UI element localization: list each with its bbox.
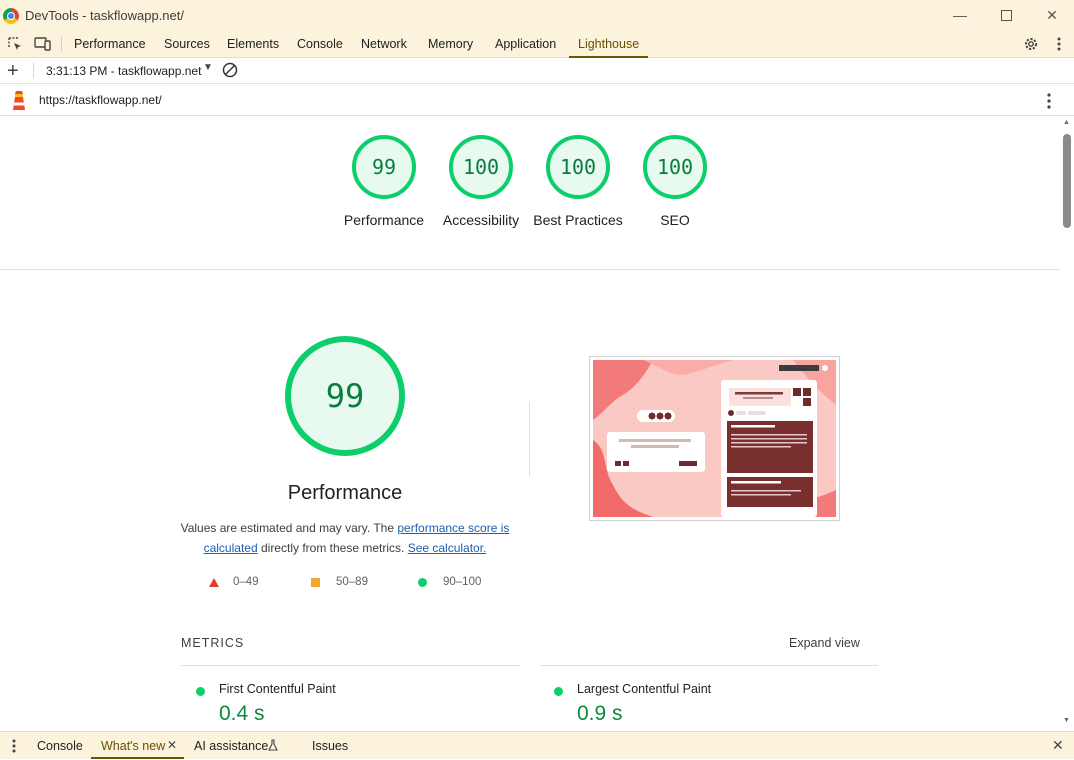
metric-largest-contentful-paint: Largest Contentful Paint 0.9 s	[554, 682, 874, 728]
drawer-tab-whats-new[interactable]: What's new	[101, 732, 165, 760]
see-calculator-link[interactable]: See calculator.	[408, 541, 487, 555]
drawer-menu-icon[interactable]	[12, 739, 16, 756]
expand-view-toggle[interactable]: Expand view	[789, 636, 860, 650]
chrome-logo-icon	[3, 7, 19, 24]
metric-name: Largest Contentful Paint	[577, 682, 712, 696]
metrics-header: METRICS	[181, 636, 245, 650]
metrics-divider	[181, 665, 520, 666]
lighthouse-report: 99 Performance 100 Accessibility 100 Bes…	[0, 116, 1060, 730]
tab-console[interactable]: Console	[297, 31, 343, 57]
legend-label: 50–89	[336, 576, 368, 588]
final-screenshot-thumbnail[interactable]	[589, 356, 840, 521]
title-bar: DevTools - taskflowapp.net/ — ✕	[0, 0, 1074, 31]
metric-first-contentful-paint: First Contentful Paint 0.4 s	[196, 682, 516, 728]
drawer-tab-ai-assistance[interactable]: AI assistance	[194, 732, 268, 760]
vertical-scrollbar[interactable]: ▲ ▼	[1060, 116, 1074, 730]
legend-label: 90–100	[443, 576, 482, 588]
legend-label: 0–49	[233, 576, 259, 588]
maximize-icon[interactable]	[994, 4, 1018, 26]
performance-score-gauge[interactable]: 99	[352, 135, 416, 199]
section-divider	[0, 269, 1060, 270]
tab-sources[interactable]: Sources	[164, 31, 210, 57]
desc-text: directly from these metrics.	[257, 541, 408, 555]
pass-circle-icon	[554, 687, 563, 696]
clear-reports-icon[interactable]	[222, 62, 238, 81]
accessibility-score-gauge[interactable]: 100	[449, 135, 513, 199]
bottom-drawer: Console What's new ✕ AI assistance Issue…	[0, 731, 1074, 759]
average-square-icon	[311, 577, 320, 587]
tab-memory[interactable]: Memory	[428, 31, 473, 57]
report-url[interactable]: https://taskflowapp.net/	[39, 93, 162, 107]
legend-pass: 90–100	[418, 576, 481, 588]
performance-description: Values are estimated and may vary. The p…	[180, 518, 510, 558]
score-value: 99	[371, 155, 397, 179]
tab-elements[interactable]: Elements	[227, 31, 279, 57]
more-options-icon[interactable]	[1045, 31, 1073, 57]
close-window-icon[interactable]: ✕	[1040, 4, 1064, 26]
inspect-element-icon[interactable]	[1, 31, 29, 57]
tab-network[interactable]: Network	[361, 31, 407, 57]
scroll-down-icon[interactable]: ▼	[1063, 717, 1070, 724]
performance-title: Performance	[287, 482, 403, 504]
gauge-label-seo: SEO	[660, 212, 690, 228]
scrollbar-thumb[interactable]	[1063, 134, 1071, 228]
metric-value: 0.4 s	[219, 702, 265, 725]
scroll-up-icon[interactable]: ▲	[1063, 119, 1070, 126]
metrics-divider	[540, 665, 878, 666]
minimize-icon[interactable]: —	[948, 4, 972, 26]
report-menu-icon[interactable]	[1047, 93, 1051, 112]
close-tab-icon[interactable]: ✕	[167, 738, 177, 752]
metric-value: 0.9 s	[577, 702, 623, 725]
score-value: 100	[559, 155, 597, 179]
best-practices-score-gauge[interactable]: 100	[546, 135, 610, 199]
drawer-tab-issues[interactable]: Issues	[312, 732, 348, 760]
screenshot-image	[593, 360, 836, 517]
gauge-label-accessibility: Accessibility	[442, 212, 520, 228]
fail-triangle-icon	[209, 577, 219, 587]
window-title: DevTools - taskflowapp.net/	[25, 8, 184, 23]
metric-name: First Contentful Paint	[219, 682, 336, 696]
gauge-label-best-practices: Best Practices	[533, 212, 623, 228]
tab-lighthouse[interactable]: Lighthouse	[568, 31, 649, 58]
score-value: 100	[462, 155, 500, 179]
pass-circle-icon	[418, 577, 427, 587]
legend-fail: 0–49	[209, 576, 259, 588]
score-value: 100	[656, 155, 694, 179]
experiment-flask-icon	[268, 739, 278, 754]
desc-text: Values are estimated and may vary. The	[180, 521, 398, 535]
lighthouse-toolbar: + 3:31:13 PM - taskflowapp.net ▼	[0, 58, 1074, 84]
gauge-label-performance: Performance	[343, 212, 425, 228]
dropdown-arrow-icon[interactable]: ▼	[203, 62, 213, 73]
vertical-divider	[529, 402, 530, 476]
seo-score-gauge[interactable]: 100	[643, 135, 707, 199]
report-select[interactable]: 3:31:13 PM - taskflowapp.net	[46, 64, 201, 78]
pass-circle-icon	[196, 687, 205, 696]
tab-performance[interactable]: Performance	[74, 31, 146, 57]
tab-application[interactable]: Application	[495, 31, 556, 57]
legend-average: 50–89	[311, 576, 368, 588]
devtools-tab-bar: Performance Sources Elements Console Net…	[0, 31, 1074, 58]
lighthouse-logo-icon	[10, 89, 28, 114]
score-value: 99	[325, 377, 365, 415]
close-drawer-icon[interactable]: ✕	[1052, 737, 1064, 754]
new-report-plus-icon[interactable]: +	[7, 61, 19, 81]
divider	[61, 37, 62, 52]
divider	[33, 63, 34, 78]
settings-gear-icon[interactable]	[1017, 31, 1045, 57]
performance-big-gauge: 99	[285, 336, 405, 456]
report-url-bar: https://taskflowapp.net/	[0, 85, 1074, 116]
drawer-tab-console[interactable]: Console	[37, 732, 83, 760]
device-toolbar-icon[interactable]	[29, 31, 57, 57]
